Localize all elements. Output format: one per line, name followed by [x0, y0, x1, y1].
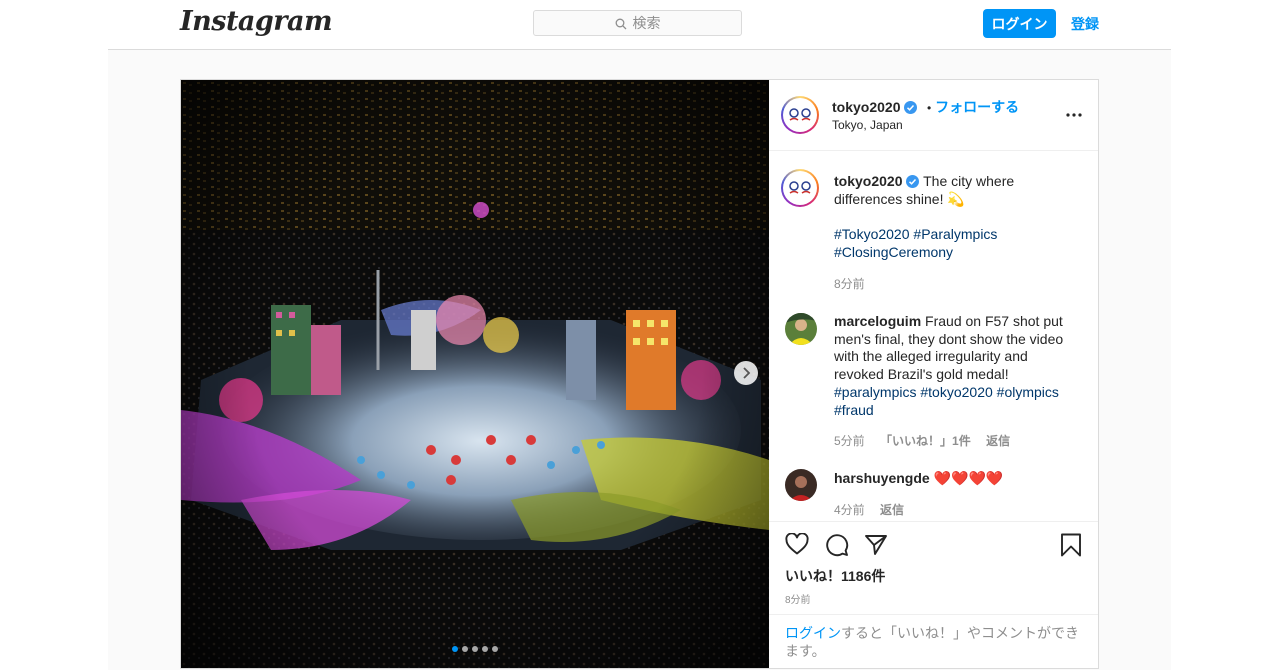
hashtag-link[interactable]: #fraud — [834, 402, 874, 418]
carousel-dot — [462, 646, 468, 652]
tokyo2020-emblem-icon — [783, 171, 817, 205]
instagram-logo[interactable]: Instagram — [180, 6, 333, 37]
post-card: tokyo2020 • フォローする Tokyo, Japan tokyo202… — [180, 79, 1099, 669]
caption-username[interactable]: tokyo2020 — [834, 173, 902, 189]
top-navigation-bar: Instagram 検索 ログイン 登録 — [108, 0, 1171, 50]
hashtag-link[interactable]: #Tokyo2020 — [834, 226, 910, 242]
caption-timestamp[interactable]: 8分前 — [834, 277, 865, 291]
verified-badge-icon — [906, 175, 920, 188]
comment-timestamp[interactable]: 4分前 — [834, 503, 865, 517]
follow-button[interactable]: フォローする — [935, 99, 1019, 115]
comment-icon — [826, 534, 849, 557]
dizzy-emoji: 💫 — [947, 190, 965, 207]
search-input[interactable]: 検索 — [533, 10, 742, 36]
more-options-icon — [1066, 113, 1082, 117]
carousel-dot — [492, 646, 498, 652]
search-placeholder: 検索 — [632, 15, 661, 31]
avatar[interactable] — [785, 313, 817, 345]
comment-text: harshuyengde ❤️❤️❤️❤️ — [834, 470, 1079, 488]
search-icon — [615, 17, 627, 30]
save-button[interactable] — [1060, 533, 1082, 562]
heart-emojis: ❤️❤️❤️❤️ — [933, 470, 1004, 486]
post-author-username[interactable]: tokyo2020 — [832, 99, 900, 115]
carousel-indicator — [452, 646, 498, 652]
share-icon — [865, 535, 887, 555]
post-timestamp[interactable]: 8分前 — [785, 591, 811, 606]
post-location[interactable]: Tokyo, Japan — [832, 118, 903, 132]
reply-button[interactable]: 返信 — [880, 503, 904, 517]
login-link[interactable]: ログイン — [785, 625, 841, 641]
share-button[interactable] — [864, 533, 888, 562]
comment-timestamp[interactable]: 5分前 — [834, 434, 865, 448]
like-count[interactable]: いいね！1186件 — [785, 566, 885, 586]
avatar[interactable] — [781, 96, 819, 134]
avatar[interactable] — [785, 469, 817, 501]
login-prompt: ログインすると「いいね！」やコメントができます。 — [769, 614, 1098, 670]
comment-text: marceloguim Fraud on F57 shot put men's … — [834, 313, 1079, 419]
login-button[interactable]: ログイン — [983, 9, 1056, 38]
hashtag-link[interactable]: #ClosingCeremony — [834, 244, 953, 260]
post-actions: いいね！1186件 8分前 ログインすると「いいね！」やコメントができます。 — [769, 521, 1098, 669]
tokyo2020-emblem-icon — [783, 98, 817, 132]
like-button[interactable] — [785, 532, 809, 560]
heart-icon — [785, 532, 809, 555]
reply-button[interactable]: 返信 — [986, 434, 1010, 448]
signup-link[interactable]: 登録 — [1071, 14, 1099, 34]
follow-separator: • — [926, 101, 932, 115]
hashtag-link[interactable]: #Paralympics — [913, 226, 997, 242]
hashtag-link[interactable]: #tokyo2020 — [920, 384, 992, 400]
chevron-right-icon — [743, 367, 751, 379]
caption-meta: 8分前 — [834, 275, 877, 292]
comment-button[interactable] — [825, 533, 849, 562]
hashtag-link[interactable]: #paralympics — [834, 384, 916, 400]
comment-meta: 5分前 「いいね！」1件 返信 — [834, 432, 1022, 449]
ceremony-photo-illustration — [181, 80, 769, 668]
hashtag-link[interactable]: #olympics — [997, 384, 1059, 400]
bookmark-icon — [1061, 533, 1081, 557]
comments-section: tokyo2020 The city where differences shi… — [769, 151, 1098, 521]
post-header: tokyo2020 • フォローする Tokyo, Japan — [769, 80, 1098, 151]
caption-line-2: differences shine! — [834, 190, 944, 207]
carousel-next-button[interactable] — [734, 361, 758, 385]
comment-username[interactable]: marceloguim — [834, 313, 921, 329]
more-options-button[interactable] — [1066, 104, 1082, 122]
avatar[interactable] — [781, 169, 819, 207]
carousel-dot — [472, 646, 478, 652]
comment-meta: 4分前 返信 — [834, 501, 916, 518]
post-photo[interactable] — [181, 80, 769, 668]
carousel-dot — [482, 646, 488, 652]
post-sidebar: tokyo2020 • フォローする Tokyo, Japan tokyo202… — [769, 80, 1098, 668]
caption-text: tokyo2020 The city where differences shi… — [834, 173, 1079, 262]
comment-username[interactable]: harshuyengde — [834, 470, 930, 486]
carousel-dot — [452, 646, 458, 652]
verified-badge-icon — [904, 101, 918, 114]
comment-like-count[interactable]: 「いいね！」1件 — [880, 434, 971, 448]
caption-line-1: The city where — [923, 173, 1015, 189]
